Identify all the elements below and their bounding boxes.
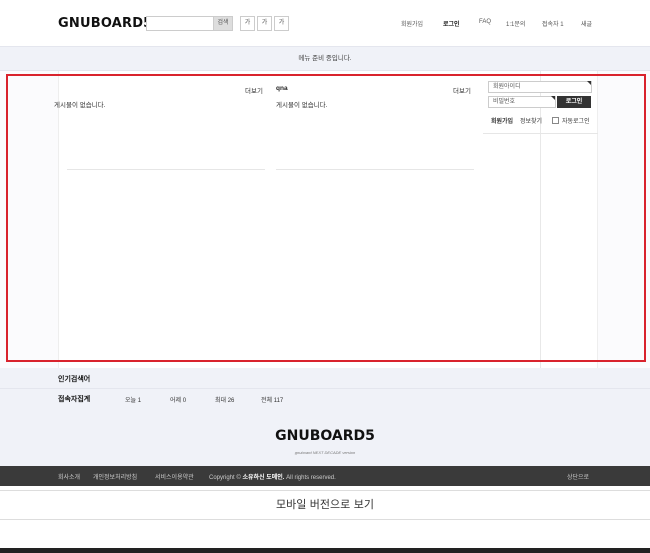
- popular-search-title: 인기검색어: [58, 376, 91, 383]
- footer-link-company[interactable]: 회사소개: [58, 472, 80, 481]
- copyright-domain: 소유하신 도메인.: [242, 475, 285, 481]
- mobile-version-link[interactable]: 모바일 버전으로 보기: [0, 490, 650, 520]
- popular-search-section: 인기검색어: [0, 368, 650, 388]
- footer-link-terms[interactable]: 서비스이용약관: [155, 472, 194, 481]
- font-medium-button[interactable]: 가: [257, 16, 272, 31]
- visit-yesterday: 어제 0: [170, 398, 187, 404]
- nav-faq[interactable]: FAQ: [479, 19, 491, 25]
- visit-stats-title[interactable]: 접속자집계: [58, 394, 90, 404]
- font-small-button[interactable]: 가: [240, 16, 255, 31]
- highlight-box: [6, 74, 646, 362]
- nav-register[interactable]: 회원가입: [401, 19, 423, 28]
- nav-qa[interactable]: 1:1문의: [506, 19, 525, 28]
- menu-notice: 메뉴 준비 중입니다.: [0, 46, 650, 71]
- visit-total: 전체 117: [261, 398, 284, 404]
- nav-login[interactable]: 로그인: [443, 19, 460, 28]
- copyright-prefix: Copyright ©: [209, 475, 241, 481]
- visit-today: 오늘 1: [125, 398, 142, 404]
- visit-max: 최대 26: [215, 398, 235, 404]
- nav-connected-users[interactable]: 접속자 1: [542, 19, 564, 28]
- back-to-top-link[interactable]: 상단으로: [567, 472, 589, 481]
- nav-new-posts[interactable]: 새글: [581, 19, 592, 28]
- font-large-button[interactable]: 가: [274, 16, 289, 31]
- footer-logo: GNUBOARD5: [275, 428, 375, 444]
- site-logo[interactable]: GNUBOARD5: [58, 16, 152, 31]
- visit-stats-section: 접속자집계 오늘 1 어제 0 최대 26 전체 117: [0, 388, 650, 408]
- header: GNUBOARD5 검색 가 가 가 회원가입 로그인 FAQ 1:1문의 접속…: [0, 0, 650, 46]
- footer-tagline: gnuboard NEXT DECADE version: [294, 450, 356, 455]
- search-input[interactable]: [146, 16, 214, 31]
- footer-copyright: Copyright © 소유하신 도메인. All rights reserve…: [209, 472, 336, 481]
- footer-link-privacy[interactable]: 개인정보처리방침: [93, 472, 137, 481]
- bottom-edge: [0, 548, 650, 553]
- copyright-suffix: All rights reserved.: [286, 475, 336, 481]
- search-button[interactable]: 검색: [214, 16, 233, 31]
